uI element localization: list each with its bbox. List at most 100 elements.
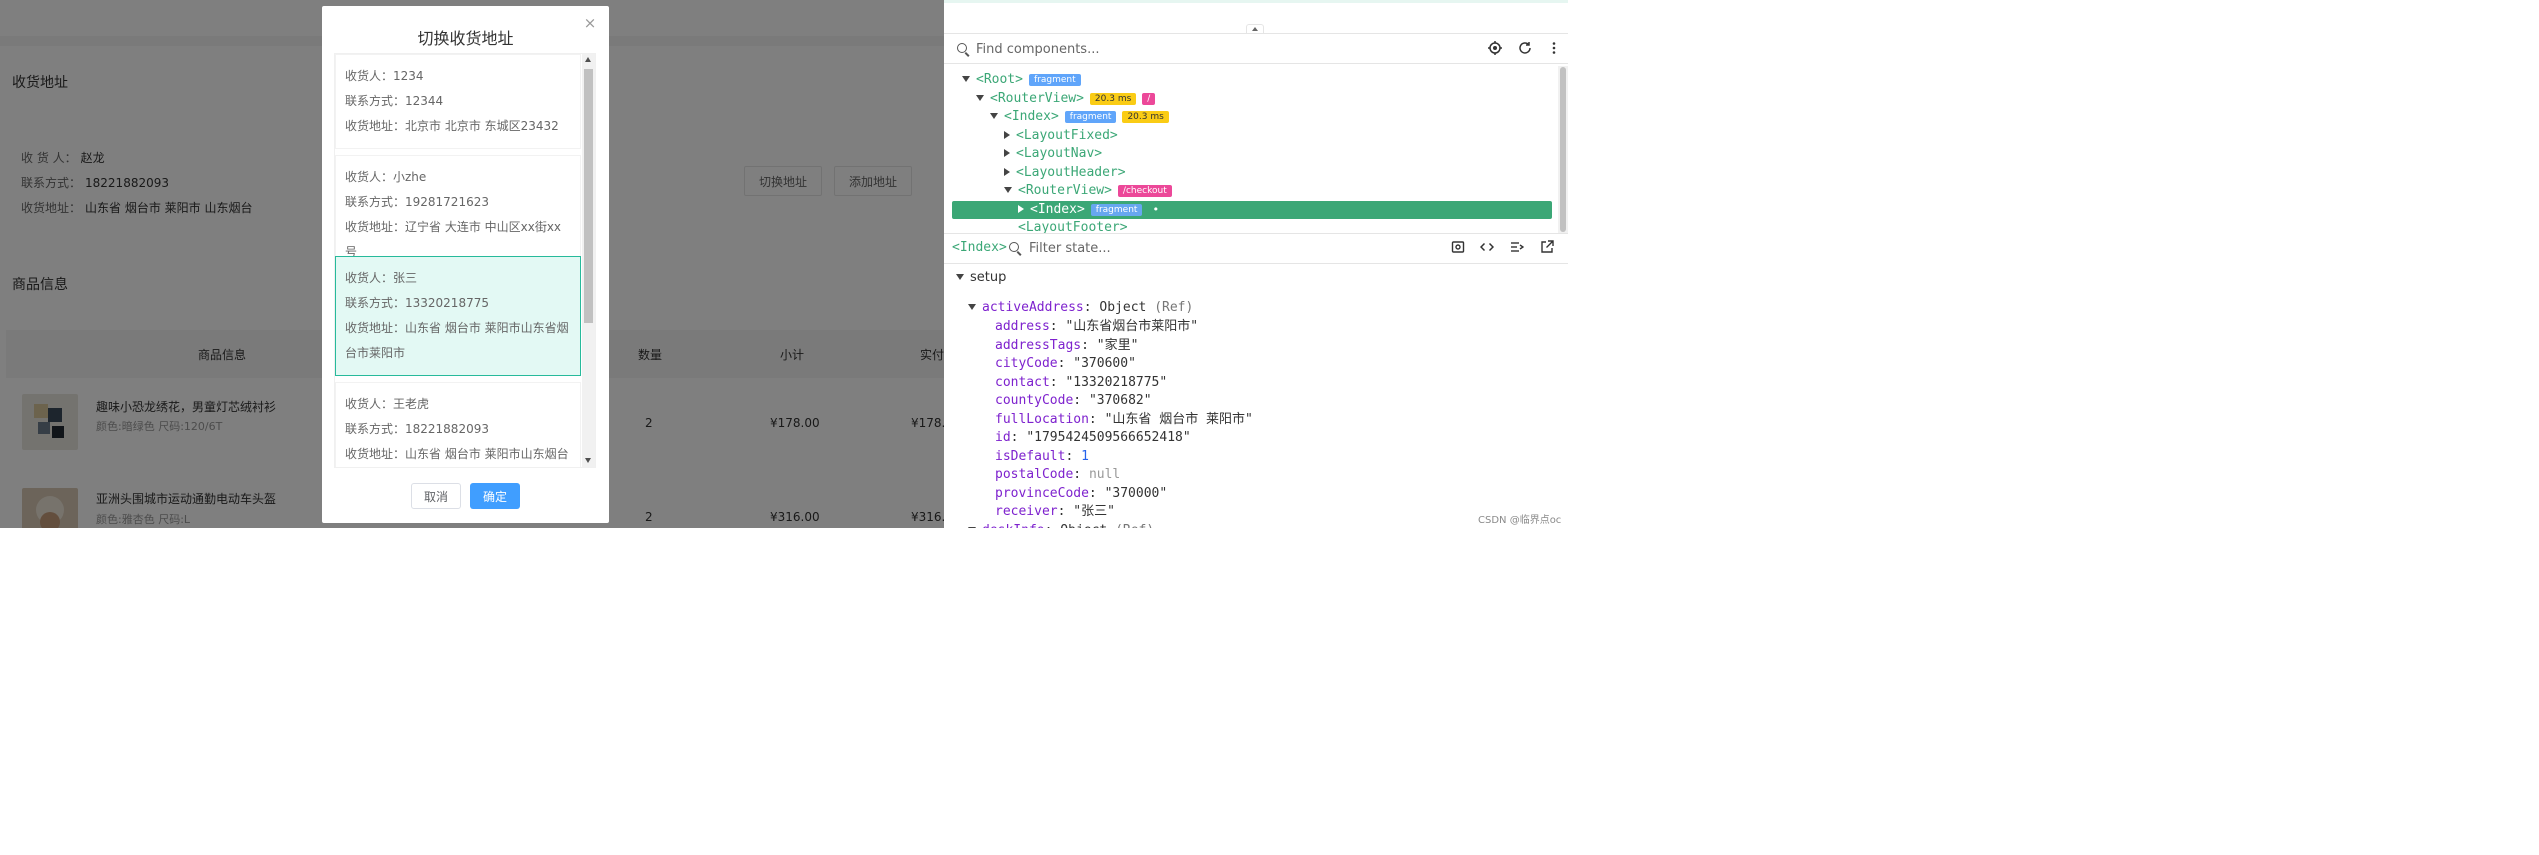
tree-node[interactable]: <LayoutFixed> (944, 127, 1558, 145)
state-colon: : (1081, 337, 1097, 353)
state-key: address (995, 319, 1050, 334)
address-option[interactable]: 收货人：王老虎 联系方式：18221882093 收货地址：山东省 烟台市 莱阳… (335, 382, 581, 467)
tree-node-tag: <Root> (976, 72, 1023, 87)
option-receiver: 收货人：张三 (345, 271, 418, 285)
select-component-icon[interactable] (1487, 41, 1503, 57)
option-address: 收货地址：山东省 烟台市 莱阳市山东省烟台市莱阳市 (345, 321, 569, 360)
state-field[interactable]: postalCode: null (995, 466, 1120, 484)
state-field[interactable]: id: "1795424509566652418" (995, 429, 1191, 447)
more-icon[interactable] (1546, 41, 1562, 57)
watermark: CSDN @临界点oc (1478, 515, 1562, 526)
divider (944, 263, 1568, 264)
state-field[interactable]: countyCode: "370682" (995, 392, 1152, 410)
state-key: provinceCode (995, 485, 1089, 501)
scroll-down-icon[interactable] (585, 458, 591, 463)
setup-section[interactable]: setup (956, 270, 1006, 285)
state-colon: : (1073, 393, 1089, 408)
find-components-input[interactable] (976, 41, 1396, 57)
tree-node-tag: <Index> (1004, 109, 1059, 124)
state-inspector: activeAddress: Object (Ref) address: "山东省… (944, 296, 1568, 528)
state-row-active-address[interactable]: activeAddress: Object (Ref) (968, 299, 1193, 317)
state-field[interactable]: address: "山东省烟台市莱阳市" (995, 318, 1198, 336)
option-contact: 联系方式：19281721623 (345, 195, 489, 209)
tree-node-tag: <LayoutNav> (1016, 146, 1103, 161)
scroll-to-component-icon[interactable] (1450, 240, 1466, 256)
switch-address-modal: 切换收货地址 × 收货人：1234 联系方式：12344 收货地址：北京市 北京… (322, 6, 609, 523)
address-option-selected[interactable]: 收货人：张三 联系方式：13320218775 收货地址：山东省 烟台市 莱阳市… (335, 256, 581, 376)
tree-node-tag: <RouterView> (990, 91, 1084, 106)
state-colon: : (1057, 356, 1074, 371)
state-value: "370682" (1088, 393, 1152, 408)
tree-node-tag: <LayoutFooter> (1018, 220, 1128, 233)
tree-node[interactable]: <LayoutFooter> (944, 219, 1558, 233)
filter-state-input[interactable] (1029, 240, 1329, 256)
state-key: fullLocation (995, 411, 1089, 427)
state-value: 1 (1081, 448, 1089, 464)
tree-node-tag: <RouterView> (1018, 183, 1112, 198)
state-field[interactable]: contact: "13320218775" (995, 374, 1167, 392)
address-list[interactable]: 收货人：1234 联系方式：12344 收货地址：北京市 北京市 东城区2343… (334, 53, 596, 468)
state-key: countyCode (995, 393, 1074, 408)
scroll-thumb[interactable] (584, 69, 593, 323)
modal-title: 切换收货地址 (417, 29, 514, 48)
caret-right-icon[interactable] (1018, 205, 1024, 213)
state-colon: : (1088, 485, 1105, 501)
state-value: null (1088, 467, 1121, 482)
caret-down-icon[interactable] (976, 95, 984, 101)
scroll-up-icon[interactable] (585, 57, 591, 62)
state-row-next[interactable]: deskInfo: Object (Ref) (968, 522, 1154, 528)
caret-right-icon[interactable] (1004, 131, 1010, 139)
state-field[interactable]: isDefault: 1 (995, 448, 1089, 466)
option-contact: 联系方式：18221882093 (345, 422, 489, 436)
option-receiver: 收货人：王老虎 (345, 397, 430, 411)
state-key: isDefault (995, 448, 1066, 464)
tree-node[interactable]: <RouterView> 20.3 ms / (944, 90, 1558, 108)
state-field[interactable]: provinceCode: "370000" (995, 485, 1167, 503)
state-colon: : (1010, 430, 1027, 445)
address-list-scrollbar[interactable] (582, 54, 595, 467)
cancel-button[interactable]: 取消 (411, 483, 461, 509)
tree-node[interactable]: <Root> fragment (944, 71, 1558, 89)
tree-scroll-thumb[interactable] (1560, 67, 1566, 232)
tree-node[interactable]: <Index> fragment 20.3 ms (944, 108, 1558, 126)
tree-node[interactable]: <RouterView> /checkout (944, 182, 1558, 200)
tree-node-badge: 20.3 ms (1089, 93, 1137, 105)
state-field[interactable]: receiver: "张三" (995, 503, 1115, 521)
state-field[interactable]: cityCode: "370600" (995, 355, 1136, 373)
state-value: "山东省烟台市莱阳市" (1065, 319, 1199, 334)
state-field[interactable]: addressTags: "家里" (995, 337, 1138, 355)
vue-devtools-panel: <Root> fragment <RouterView> 20.3 ms / <Index… (944, 0, 1568, 528)
option-contact: 联系方式：13320218775 (345, 296, 489, 310)
state-key: cityCode (995, 356, 1058, 371)
state-key: receiver (995, 504, 1058, 519)
close-icon[interactable]: × (582, 15, 598, 31)
render-code-icon[interactable] (1509, 240, 1525, 256)
state-colon: : (1073, 467, 1089, 482)
state-key: postalCode (995, 467, 1074, 482)
refresh-icon[interactable] (1517, 41, 1533, 57)
code-icon[interactable] (1479, 240, 1495, 256)
confirm-button[interactable]: 确定 (470, 483, 520, 509)
state-key: id (995, 430, 1011, 445)
state-value: "家里" (1096, 337, 1139, 353)
open-in-editor-icon[interactable] (1539, 240, 1555, 256)
address-option[interactable]: 收货人：1234 联系方式：12344 收货地址：北京市 北京市 东城区2343… (335, 54, 581, 149)
component-tree: <Root> fragment <RouterView> 20.3 ms / <Index… (944, 66, 1558, 233)
tree-node[interactable]: <LayoutNav> (944, 145, 1558, 163)
devtools-topbar (944, 0, 1568, 3)
tree-node[interactable]: <LayoutHeader> (944, 164, 1558, 182)
caret-right-icon[interactable] (1004, 168, 1010, 176)
tree-node-badge: fragment (1028, 74, 1081, 86)
state-value: "山东省 烟台市 莱阳市" (1104, 411, 1253, 427)
caret-down-icon[interactable] (990, 113, 998, 119)
tree-scrollbar[interactable] (1558, 66, 1568, 233)
option-receiver: 收货人：小zhe (345, 170, 427, 184)
tree-node[interactable]: <Index> fragment • (952, 201, 1552, 219)
caret-down-icon[interactable] (1004, 187, 1012, 193)
option-receiver: 收货人：1234 (345, 69, 424, 83)
tree-node-badge: / (1142, 93, 1156, 105)
caret-right-icon[interactable] (1004, 149, 1010, 157)
state-colon: : (1049, 319, 1066, 334)
caret-down-icon[interactable] (962, 76, 970, 82)
state-field[interactable]: fullLocation: "山东省 烟台市 莱阳市" (995, 411, 1253, 429)
